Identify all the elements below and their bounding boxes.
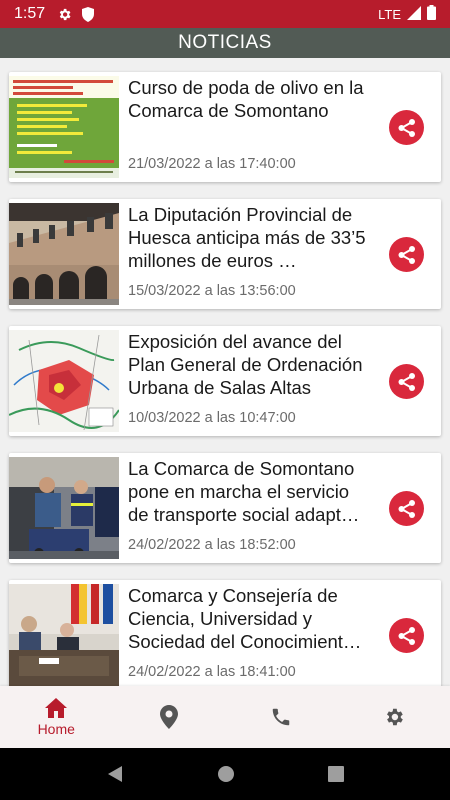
news-card[interactable]: Exposición del avance del Plan General d… <box>9 326 441 436</box>
share-icon <box>398 245 415 264</box>
news-card[interactable]: Curso de poda de olivo en la Comarca de … <box>9 72 441 182</box>
news-thumbnail <box>9 76 119 178</box>
news-thumbnail <box>9 203 119 305</box>
share-button[interactable] <box>389 110 424 145</box>
bottom-nav: Home <box>0 686 450 748</box>
recents-icon[interactable] <box>327 766 344 782</box>
share-icon <box>398 372 415 391</box>
news-title: La Comarca de Somontano pone en marcha e… <box>128 458 360 525</box>
system-nav-bar <box>0 748 450 800</box>
news-thumbnail <box>9 584 119 686</box>
nav-location[interactable] <box>113 686 226 748</box>
news-date: 24/02/2022 a las 18:52:00 <box>128 537 296 553</box>
network-label: LTE <box>378 6 401 22</box>
back-icon[interactable] <box>106 765 124 783</box>
share-icon <box>398 499 415 518</box>
share-button[interactable] <box>389 237 424 272</box>
news-date: 10/03/2022 a las 10:47:00 <box>128 410 296 426</box>
share-icon <box>398 118 415 137</box>
news-title: Curso de poda de olivo en la Comarca de … <box>128 77 364 121</box>
news-card[interactable]: La Diputación Provincial de Huesca antic… <box>9 199 441 309</box>
location-icon <box>159 705 178 729</box>
status-time: 1:57 <box>14 5 46 22</box>
signal-icon <box>407 5 421 23</box>
share-button[interactable] <box>389 364 424 399</box>
share-button[interactable] <box>389 491 424 526</box>
app-bar: NOTICIAS <box>0 28 450 58</box>
news-date: 15/03/2022 a las 13:56:00 <box>128 283 296 299</box>
status-bar: 1:57 LTE <box>0 0 450 28</box>
battery-icon <box>427 5 436 23</box>
news-card[interactable]: La Comarca de Somontano pone en marcha e… <box>9 453 441 563</box>
nav-phone[interactable] <box>225 686 338 748</box>
page-title: NOTICIAS <box>178 32 272 53</box>
home-circle-icon[interactable] <box>217 765 235 783</box>
news-title: Comarca y Consejería de Ciencia, Univers… <box>128 585 362 652</box>
news-card[interactable]: Comarca y Consejería de Ciencia, Univers… <box>9 580 441 686</box>
shield-icon <box>82 6 95 22</box>
news-date: 21/03/2022 a las 17:40:00 <box>128 156 296 172</box>
settings-icon <box>386 708 403 726</box>
news-list: Curso de poda de olivo en la Comarca de … <box>0 58 450 686</box>
gear-icon <box>57 7 72 22</box>
nav-home-label: Home <box>37 721 75 737</box>
nav-home[interactable]: Home <box>0 686 113 748</box>
home-icon <box>45 698 68 718</box>
share-icon <box>398 626 415 645</box>
news-thumbnail <box>9 330 119 432</box>
news-date: 24/02/2022 a las 18:41:00 <box>128 664 296 680</box>
news-title: Exposición del avance del Plan General d… <box>128 331 363 398</box>
nav-settings[interactable] <box>338 686 450 748</box>
share-button[interactable] <box>389 618 424 653</box>
news-title: La Diputación Provincial de Huesca antic… <box>128 204 366 271</box>
phone-icon <box>273 708 290 726</box>
news-thumbnail <box>9 457 119 559</box>
